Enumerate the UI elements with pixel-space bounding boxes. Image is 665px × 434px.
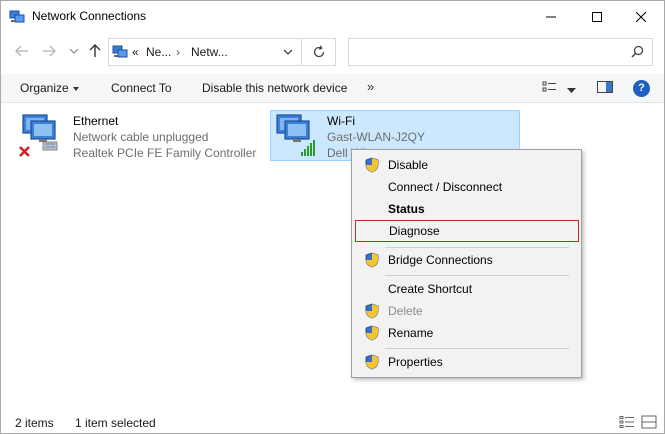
menu-item-label: Disable [388, 158, 429, 172]
menu-item-label: Status [388, 202, 425, 216]
maximize-icon [592, 11, 602, 22]
shield-icon [365, 303, 379, 319]
shield-icon [365, 157, 379, 173]
menu-item-label: Bridge Connections [388, 253, 493, 267]
ethernet-adapter-icon [19, 114, 58, 157]
view-options-button[interactable] [567, 83, 576, 97]
menu-item-label: Diagnose [389, 224, 440, 238]
large-icons-view-icon [641, 415, 657, 429]
arrow-left-icon [15, 45, 28, 57]
breadcrumb-item-network[interactable]: Ne... [146, 45, 171, 59]
menu-item-label: Connect / Disconnect [388, 180, 503, 194]
close-icon [636, 11, 646, 22]
connect-to-button[interactable]: Connect To [111, 81, 172, 95]
details-view-button[interactable] [619, 415, 635, 432]
organize-label: Organize [20, 81, 69, 95]
refresh-icon [313, 45, 324, 58]
wifi-adapter-icon [276, 114, 315, 156]
shield-icon [365, 252, 379, 268]
maximize-button[interactable] [574, 1, 620, 32]
menu-item-diagnose[interactable]: Diagnose [355, 220, 579, 242]
menu-item-properties[interactable]: Properties [354, 351, 579, 373]
question-icon: ? [638, 82, 645, 94]
breadcrumb-item-network-connections[interactable]: Netw... [191, 45, 228, 59]
disable-device-button[interactable]: Disable this network device [202, 81, 347, 95]
more-commands-button[interactable]: » [367, 79, 374, 94]
recent-locations-button[interactable] [64, 41, 84, 61]
minimize-icon [546, 16, 556, 17]
breadcrumb-overflow[interactable]: « [132, 45, 139, 59]
menu-separator [385, 348, 569, 349]
preview-pane-icon [597, 81, 613, 93]
caret-down-icon [567, 88, 576, 93]
network-connections-window: Network Connections « Ne... › Netw... Or… [0, 0, 665, 434]
large-icons-view-button[interactable] [641, 415, 657, 432]
shield-icon [365, 325, 379, 341]
menu-item-rename[interactable]: Rename [354, 322, 579, 344]
context-menu: Disable Connect / Disconnect Status Diag… [351, 149, 582, 378]
help-button[interactable]: ? [633, 80, 650, 97]
search-input[interactable] [348, 38, 653, 66]
command-bar: Organize Connect To Disable this network… [1, 74, 664, 103]
network-connections-icon [112, 45, 128, 58]
menu-item-label: Create Shortcut [388, 282, 473, 296]
menu-item-label: Rename [388, 326, 434, 340]
address-bar[interactable]: « Ne... › Netw... [108, 38, 302, 66]
view-details-icon [542, 81, 556, 92]
minimize-button[interactable] [528, 1, 574, 32]
status-selected-count: 1 item selected [75, 416, 156, 430]
menu-item-delete: Delete [354, 300, 579, 322]
breadcrumb-separator-icon: › [176, 45, 180, 59]
caret-down-icon [72, 86, 79, 91]
change-view-button[interactable] [542, 79, 560, 98]
menu-item-create-shortcut[interactable]: Create Shortcut [354, 278, 579, 300]
menu-separator [385, 247, 569, 248]
menu-item-label: Delete [388, 304, 423, 318]
menu-item-connect-disconnect[interactable]: Connect / Disconnect [354, 176, 579, 198]
back-button[interactable] [12, 41, 32, 61]
menu-item-label: Properties [388, 355, 443, 369]
status-item-count: 2 items [15, 416, 54, 430]
menu-item-bridge-connections[interactable]: Bridge Connections [354, 249, 579, 271]
chevron-down-icon [70, 48, 78, 54]
arrow-up-icon [89, 44, 101, 57]
window-title: Network Connections [32, 9, 147, 23]
menu-separator [385, 275, 569, 276]
forward-button[interactable] [39, 41, 59, 61]
arrow-right-icon [43, 45, 56, 57]
item-name: Wi-Fi [327, 114, 355, 128]
address-dropdown-icon[interactable] [281, 45, 295, 59]
refresh-button[interactable] [302, 38, 336, 66]
network-connections-icon [9, 10, 25, 23]
item-name: Ethernet [73, 114, 119, 128]
preview-pane-button[interactable] [596, 79, 614, 98]
details-view-icon [619, 416, 634, 428]
organize-button[interactable]: Organize [20, 81, 79, 95]
close-button[interactable] [618, 1, 664, 32]
status-bar: 2 items 1 item selected [1, 410, 664, 434]
title-bar: Network Connections [1, 1, 664, 32]
item-status: Gast-WLAN-J2QY [327, 130, 426, 144]
search-icon [631, 45, 644, 58]
up-button[interactable] [85, 41, 105, 61]
menu-item-disable[interactable]: Disable [354, 154, 579, 176]
item-status: Network cable unplugged [73, 130, 209, 144]
menu-item-status[interactable]: Status [354, 198, 579, 220]
list-item-ethernet[interactable]: Ethernet Network cable unplugged Realtek… [17, 111, 257, 163]
shield-icon [365, 354, 379, 370]
item-device: Realtek PCIe FE Family Controller [73, 146, 257, 160]
